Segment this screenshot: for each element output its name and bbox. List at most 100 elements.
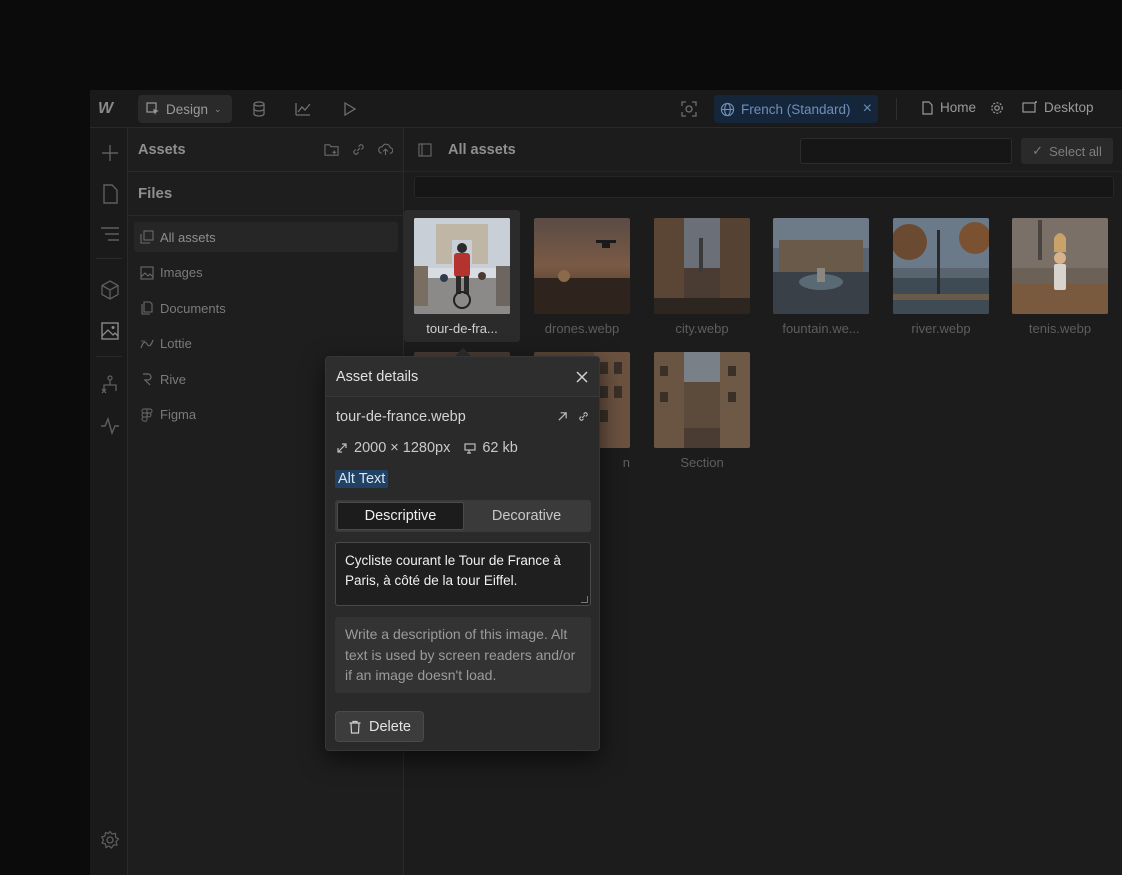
file-type-label: Rive [160, 371, 187, 387]
language-selector[interactable]: French (Standard) × [714, 95, 878, 123]
select-all-label: Select all [1049, 143, 1102, 159]
alt-text-label: Alt Text [335, 470, 389, 488]
asset-thumbnail[interactable]: Section [654, 352, 750, 470]
file-type-label: Lottie [160, 336, 192, 351]
delete-label: Delete [369, 718, 411, 735]
resize-handle[interactable] [581, 596, 588, 603]
panel-title: Assets [138, 141, 186, 158]
delete-button[interactable]: Delete [335, 711, 424, 742]
asset-meta: 2000 × 1280px 62 kb [336, 440, 518, 456]
asset-dimensions: 2000 × 1280px [354, 440, 451, 456]
asset-name: tenis.webp [1028, 321, 1092, 336]
asset-name: drones.webp [544, 321, 620, 336]
asset-name: tour-de-fra... [426, 321, 498, 336]
open-external-icon[interactable] [557, 411, 568, 422]
document-icon [141, 301, 153, 315]
activity-icon[interactable] [100, 416, 120, 436]
design-mode-button[interactable]: Design ⌄ [138, 95, 232, 123]
gear-icon[interactable] [990, 101, 1004, 115]
assets-icon[interactable] [100, 321, 120, 341]
file-type-images[interactable]: Images [134, 258, 398, 288]
search-input[interactable] [414, 176, 1114, 198]
alt-type-toggle: Descriptive Decorative [335, 500, 591, 532]
assets-grid-header: All assets [404, 128, 1122, 172]
file-type-lottie[interactable]: Lottie [134, 329, 398, 359]
divider [96, 356, 122, 357]
files-heading: Files [128, 172, 403, 216]
page-label: Home [940, 100, 977, 115]
divider [96, 258, 122, 259]
check-icon: ✓ [1032, 143, 1044, 158]
alt-text-hint: Write a description of this image. Alt t… [335, 617, 591, 693]
file-type-label: Documents [160, 300, 226, 316]
components-icon[interactable] [100, 280, 120, 300]
upload-icon[interactable] [378, 142, 393, 157]
tab-decorative[interactable]: Decorative [464, 502, 589, 530]
close-icon[interactable] [575, 370, 589, 384]
file-type-documents[interactable]: Documents [134, 293, 398, 323]
page-selector[interactable]: Home [920, 100, 1004, 115]
sidebar-toggle-icon[interactable] [418, 142, 432, 157]
left-rail [90, 128, 128, 875]
resize-icon [337, 443, 347, 453]
new-folder-icon[interactable] [324, 142, 339, 157]
breakpoint-selector[interactable]: Desktop [1022, 100, 1094, 115]
asset-thumbnail[interactable]: tour-de-fra... [414, 218, 510, 336]
analytics-icon[interactable] [294, 100, 312, 118]
navigator-icon[interactable] [100, 224, 120, 244]
copy-link-icon[interactable] [578, 411, 589, 422]
asset-image-river [893, 218, 989, 314]
asset-name: city.webp [675, 321, 729, 336]
file-size-icon [464, 443, 476, 454]
settings-icon[interactable] [100, 830, 120, 850]
design-mode-label: Design [166, 101, 209, 117]
breakpoint-label: Desktop [1044, 100, 1094, 115]
asset-details-popover: Asset details tour-de-france.webp 2000 ×… [325, 356, 600, 751]
rive-icon [143, 373, 152, 386]
all-assets-icon [140, 230, 154, 244]
asset-image-cyclist [414, 218, 510, 314]
assets-panel-header: Assets [128, 128, 403, 172]
play-icon[interactable] [340, 100, 358, 118]
popover-title: Asset details [336, 368, 419, 385]
panel-actions [324, 142, 393, 157]
close-icon[interactable]: × [863, 100, 872, 118]
asset-name: fountain.we... [782, 321, 860, 336]
divider [896, 98, 897, 120]
asset-thumbnail[interactable]: river.webp [893, 218, 989, 336]
designer-app: W Design ⌄ French (Standard) × Home Desk… [90, 90, 1122, 875]
database-icon[interactable] [250, 100, 268, 118]
focus-capture-icon[interactable] [680, 100, 698, 118]
lottie-icon [140, 339, 154, 348]
asset-thumbnail[interactable]: city.webp [654, 218, 750, 336]
asset-file-name: tour-de-france.webp [336, 409, 466, 425]
logic-icon[interactable] [100, 375, 120, 395]
link-icon[interactable] [351, 142, 366, 157]
file-type-label: All assets [160, 229, 216, 245]
pages-icon[interactable] [100, 184, 120, 204]
image-icon [140, 265, 154, 280]
language-label: French (Standard) [741, 101, 851, 117]
page-icon [922, 100, 933, 115]
asset-thumbnail[interactable]: tenis.webp [1012, 218, 1108, 336]
asset-image-tennis [1012, 218, 1108, 314]
asset-image-drone [534, 218, 630, 314]
tab-descriptive[interactable]: Descriptive [337, 502, 464, 530]
popover-caret [455, 348, 471, 356]
alt-text-value: Cycliste courant le Tour de France à Par… [345, 553, 561, 588]
webflow-logo[interactable]: W [98, 100, 122, 118]
popover-header: Asset details [326, 357, 599, 397]
asset-thumbnail[interactable]: drones.webp [534, 218, 630, 336]
file-type-label: Figma [160, 407, 197, 422]
file-type-label: Images [160, 265, 203, 280]
file-type-all-assets[interactable]: All assets [134, 222, 398, 252]
select-all-button[interactable]: ✓ Select all [1021, 138, 1113, 164]
file-actions [557, 411, 589, 422]
asset-filter-input[interactable] [800, 138, 1012, 164]
asset-name: Section [680, 455, 724, 470]
cursor-icon [146, 102, 159, 115]
desktop-icon [1022, 100, 1037, 113]
alt-text-input[interactable]: Cycliste courant le Tour de France à Par… [335, 542, 591, 606]
add-icon[interactable] [100, 143, 120, 163]
asset-thumbnail[interactable]: fountain.we... [773, 218, 869, 336]
